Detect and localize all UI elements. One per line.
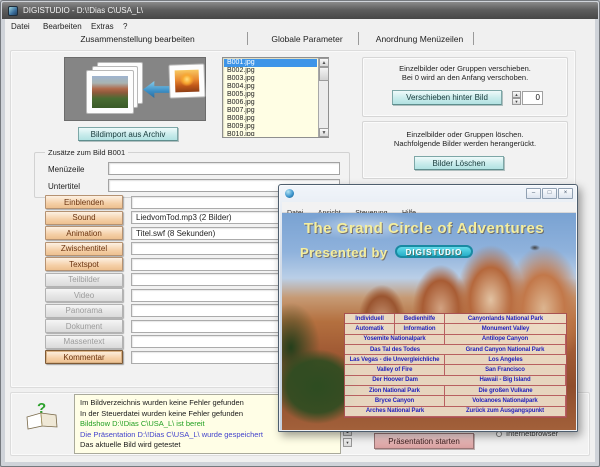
menuezeile-input[interactable]	[108, 162, 340, 175]
list-item[interactable]: B002.jpg	[224, 67, 317, 75]
menu-cell[interactable]: Arches National Park	[345, 407, 445, 417]
app-icon	[8, 6, 18, 16]
menu-datei[interactable]: Datei	[8, 21, 33, 33]
menu-cell[interactable]: Automatik	[345, 324, 395, 334]
menu-cell[interactable]: Valley of Fire	[345, 365, 445, 375]
scroll-down-icon[interactable]: ▼	[319, 128, 329, 137]
bilder-loeschen-button[interactable]: Bilder Löschen	[414, 156, 504, 170]
kommentar-button[interactable]: Kommentar	[45, 350, 123, 364]
move-group-line1: Einzelbilder oder Gruppen verschieben.	[363, 64, 567, 73]
house-photo-thumb	[92, 76, 128, 108]
menu-cell[interactable]: Hawaii - Big Island	[445, 376, 566, 386]
slide-stack-front	[86, 70, 134, 114]
sunset-photo-thumb	[175, 70, 200, 93]
video-button: Video	[45, 288, 123, 302]
zwischentitel-button[interactable]: Zwischentitel	[45, 242, 123, 256]
maximize-icon[interactable]: □	[542, 188, 557, 199]
status-line: Das aktuelle Bild wird getestet	[80, 440, 340, 451]
list-item[interactable]: B009.jpg	[224, 123, 317, 131]
list-item[interactable]: B004.jpg	[224, 83, 317, 91]
teilbilder-button: Teilbilder	[45, 273, 123, 287]
list-item[interactable]: B005.jpg	[224, 91, 317, 99]
digistudio-badge: DIGISTUDIO	[395, 245, 474, 258]
verschieben-button[interactable]: Verschieben hinter Bild	[392, 90, 502, 105]
sunset-slide	[168, 63, 205, 98]
tab-globale-parameter[interactable]: Globale Parameter	[258, 31, 356, 46]
filelist-rows: B001.jpg B002.jpg B003.jpg B004.jpg B005…	[224, 59, 317, 136]
menu-cell[interactable]: San Francisco	[445, 365, 566, 375]
einblenden-button[interactable]: Einblenden	[45, 195, 123, 209]
preview-window: – □ × Datei Ansicht Steuerung Hilfe The …	[278, 184, 578, 432]
menu-cell[interactable]: Canyonlands National Park	[445, 314, 566, 324]
move-spinner-up-icon[interactable]: ▲	[512, 91, 521, 98]
menu-cell[interactable]: Bryce Canyon	[345, 396, 445, 406]
tab-separator	[247, 32, 248, 45]
menu-cell[interactable]: Das Tal des Todes	[345, 345, 445, 355]
move-target-value[interactable]: 0	[522, 91, 543, 105]
praesentation-starten-button[interactable]: Präsentation starten	[374, 433, 474, 449]
screenshot-root: DIGISTUDIO - D:\!Dias C\USA_L\ Datei Bea…	[0, 0, 600, 467]
animation-button[interactable]: Animation	[45, 226, 123, 240]
menu-cell[interactable]: Las Vegas - die Unvergleichliche	[345, 355, 445, 365]
scroll-thumb[interactable]	[319, 67, 329, 81]
menu-cell[interactable]: Die großen Vulkane	[445, 386, 566, 396]
zusaetze-title: Zusätze zum Bild B001	[45, 148, 128, 157]
move-group: Einzelbilder oder Gruppen verschieben. B…	[362, 57, 568, 117]
dokument-button: Dokument	[45, 319, 123, 333]
presentation-heading: The Grand Circle of Adventures	[282, 220, 566, 237]
massentext-button: Massentext	[45, 335, 123, 349]
menu-cell[interactable]: Antilope Canyon	[445, 335, 566, 345]
scroll-up-icon[interactable]: ▲	[319, 58, 329, 67]
delete-group-line1: Einzelbilder oder Gruppen löschen.	[363, 130, 567, 139]
panorama-button: Panorama	[45, 304, 123, 318]
list-item[interactable]: B006.jpg	[224, 99, 317, 107]
menu-cell[interactable]: Yosemite Nationalpark	[345, 335, 445, 345]
menu-cell[interactable]: Los Angeles	[445, 355, 566, 365]
delete-group: Einzelbilder oder Gruppen löschen. Nachf…	[362, 121, 568, 179]
list-item[interactable]: B008.jpg	[224, 115, 317, 123]
preview-app-icon	[285, 189, 294, 198]
menu-cell[interactable]: Bedienhilfe	[395, 314, 445, 324]
tab-anordnung-menuezeilen[interactable]: Anordnung Menüzeilen	[368, 31, 471, 46]
menu-cell[interactable]: Information	[395, 324, 445, 334]
preview-menubar: Datei Ansicht Steuerung Hilfe	[282, 202, 576, 213]
help-book-icon: ?	[24, 400, 62, 430]
list-item[interactable]: B003.jpg	[224, 75, 317, 83]
slide-import-illustration	[64, 57, 206, 121]
close-icon[interactable]: ×	[558, 188, 573, 199]
menu-cell[interactable]: Individuell	[345, 314, 395, 324]
menuezeile-label: Menüzeile	[48, 165, 84, 174]
delete-group-line2: Nachfolgende Bilder werden herangerückt.	[363, 139, 567, 148]
menu-cell[interactable]: Grand Canyon National Park	[445, 345, 566, 355]
tab-separator	[358, 32, 359, 45]
list-item[interactable]: B007.jpg	[224, 107, 317, 115]
main-titlebar: DIGISTUDIO - D:\!Dias C\USA_L\	[2, 2, 598, 19]
menu-cell[interactable]: Der Hoover Dam	[345, 376, 445, 386]
textspot-button[interactable]: Textspot	[45, 257, 123, 271]
menu-cell[interactable]: Zion National Park	[345, 386, 445, 396]
presented-by-text: Presented by	[300, 245, 388, 260]
presentation-subheading: Presented by DIGISTUDIO	[300, 245, 473, 260]
move-spinner-down-icon[interactable]: ▼	[512, 98, 521, 105]
sound-button[interactable]: Sound	[45, 211, 123, 225]
tab-zusammenstellung[interactable]: Zusammenstellung bearbeiten	[30, 31, 245, 46]
list-item[interactable]: B001.jpg	[224, 59, 317, 67]
menu-cell[interactable]: Monument Valley	[445, 324, 566, 334]
untertitel-label: Untertitel	[48, 182, 80, 191]
presentation-menu-grid: Individuell Bedienhilfe Canyonlands Nati…	[344, 313, 567, 418]
arrow-left-icon	[143, 81, 170, 98]
canyon-photo: The Grand Circle of Adventures Presented…	[282, 213, 576, 430]
image-filelist[interactable]: B001.jpg B002.jpg B003.jpg B004.jpg B005…	[222, 57, 329, 138]
menu-cell[interactable]: Zurück zum Ausgangspunkt	[445, 407, 566, 417]
bildimport-button[interactable]: Bildimport aus Archiv	[78, 127, 178, 141]
tab-separator	[473, 32, 474, 45]
menu-cell[interactable]: Volcanoes Nationalpark	[445, 396, 566, 406]
move-group-line2: Bei 0 wird an den Anfang verschoben.	[363, 73, 567, 82]
list-item[interactable]: B010.jpg	[224, 131, 317, 136]
filelist-scrollbar[interactable]: ▲ ▼	[318, 58, 328, 137]
window-title: DIGISTUDIO - D:\!Dias C\USA_L\	[23, 2, 143, 19]
log-spinner-down-icon[interactable]: ▼	[343, 438, 352, 447]
minimize-icon[interactable]: –	[526, 188, 541, 199]
